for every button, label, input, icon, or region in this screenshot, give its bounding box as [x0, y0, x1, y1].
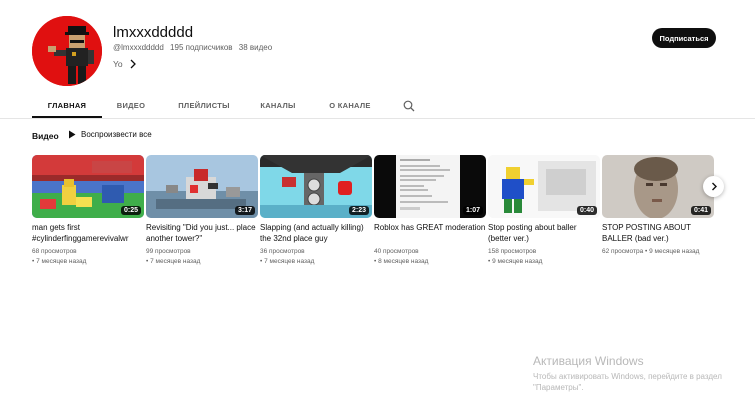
video-card[interactable]: 0:40 Stop posting about baller (better v…	[488, 155, 600, 267]
channel-handle: @lmxxxddddd	[113, 43, 164, 52]
channel-avatar[interactable]	[32, 16, 102, 86]
video-age-text: 8 месяцев назад	[378, 258, 429, 265]
video-card[interactable]: 3:17 Revisiting "Did you just... place a…	[146, 155, 258, 267]
search-icon[interactable]	[403, 100, 415, 112]
video-views: 99 просмотров	[146, 248, 191, 255]
video-title[interactable]: Slapping (and actually killing) the 32nd…	[260, 222, 372, 244]
video-thumbnail[interactable]: 0:25	[32, 155, 144, 218]
play-all-label: Воспроизвести все	[81, 130, 152, 139]
avatar-image	[32, 16, 102, 86]
video-views: 62 просмотра	[602, 248, 644, 255]
play-all-button[interactable]: Воспроизвести все	[68, 130, 152, 139]
video-views: 40 просмотров	[374, 248, 419, 255]
video-age: • 7 месяцев назад	[32, 258, 87, 265]
video-age-text: 7 месяцев назад	[36, 258, 87, 265]
video-age: • 7 месяцев назад	[146, 258, 201, 265]
video-duration: 0:41	[690, 206, 711, 215]
tab-about[interactable]: О КАНАЛЕ	[314, 94, 386, 118]
video-title[interactable]: man gets first #cylinderfinggamerevivalw…	[32, 222, 144, 244]
channel-meta: @lmxxxddddd 195 подписчиков 38 видео	[113, 43, 272, 52]
channel-about-text: Yo	[113, 59, 123, 69]
play-icon	[69, 130, 76, 139]
video-thumbnail[interactable]: 2:23	[260, 155, 372, 218]
video-duration: 0:25	[120, 206, 141, 215]
video-title[interactable]: STOP POSTING ABOUT BALLER (bad ver.)	[602, 222, 714, 244]
chevron-right-icon	[130, 59, 136, 69]
video-meta-inline: 62 просмотра • 9 месяцев назад	[602, 248, 700, 255]
video-age-text: 9 месяцев назад	[492, 258, 543, 265]
video-age-text: 9 месяцев назад	[649, 248, 700, 255]
tab-channels[interactable]: КАНАЛЫ	[246, 94, 310, 118]
subscribe-button[interactable]: Подписаться	[652, 28, 716, 48]
video-views: 68 просмотров	[32, 248, 77, 255]
video-age-text: 7 месяцев назад	[150, 258, 201, 265]
video-thumbnail[interactable]: 0:41	[602, 155, 714, 218]
windows-activation-text: Чтобы активировать Windows, перейдите в …	[533, 372, 722, 392]
video-age: • 7 месяцев назад	[260, 258, 315, 265]
video-title[interactable]: Stop posting about baller (better ver.)	[488, 222, 600, 244]
video-duration: 1:07	[462, 206, 483, 215]
tab-playlists[interactable]: ПЛЕЙЛИСТЫ	[162, 94, 246, 118]
video-views: 36 просмотров	[260, 248, 305, 255]
shelf-next-button[interactable]	[703, 176, 724, 197]
video-title[interactable]: Revisiting "Did you just... place anothe…	[146, 222, 258, 244]
tabs-divider	[0, 118, 755, 119]
video-thumbnail[interactable]: 3:17	[146, 155, 258, 218]
video-duration: 2:23	[348, 206, 369, 215]
tab-videos[interactable]: ВИДЕО	[102, 94, 160, 118]
channel-about-link[interactable]: Yo	[113, 59, 137, 69]
video-age: • 9 месяцев назад	[488, 258, 543, 265]
chevron-right-icon	[711, 182, 717, 191]
video-title[interactable]: Roblox has GREAT moderation	[374, 222, 486, 244]
video-thumbnail[interactable]: 0:40	[488, 155, 600, 218]
tab-home[interactable]: ГЛАВНАЯ	[32, 94, 102, 118]
subscriber-count: 195 подписчиков	[170, 43, 233, 52]
video-card[interactable]: 0:25 man gets first #cylinderfinggamerev…	[32, 155, 144, 267]
video-thumbnail[interactable]: 1:07	[374, 155, 486, 218]
shelf-title: Видео	[32, 131, 59, 141]
channel-tabs: ГЛАВНАЯ ВИДЕО ПЛЕЙЛИСТЫ КАНАЛЫ О КАНАЛЕ	[32, 94, 386, 118]
channel-name: lmxxxddddd	[113, 24, 194, 41]
video-views: 158 просмотров	[488, 248, 537, 255]
windows-activation-title: Активация Windows	[533, 354, 644, 368]
video-duration: 0:40	[576, 206, 597, 215]
video-duration: 3:17	[234, 206, 255, 215]
video-age-text: 7 месяцев назад	[264, 258, 315, 265]
video-count: 38 видео	[238, 43, 273, 52]
video-card[interactable]: 0:41 STOP POSTING ABOUT BALLER (bad ver.…	[602, 155, 714, 257]
video-age: • 8 месяцев назад	[374, 258, 429, 265]
video-card[interactable]: 1:07 Roblox has GREAT moderation 40 прос…	[374, 155, 486, 267]
video-card[interactable]: 2:23 Slapping (and actually killing) the…	[260, 155, 372, 267]
